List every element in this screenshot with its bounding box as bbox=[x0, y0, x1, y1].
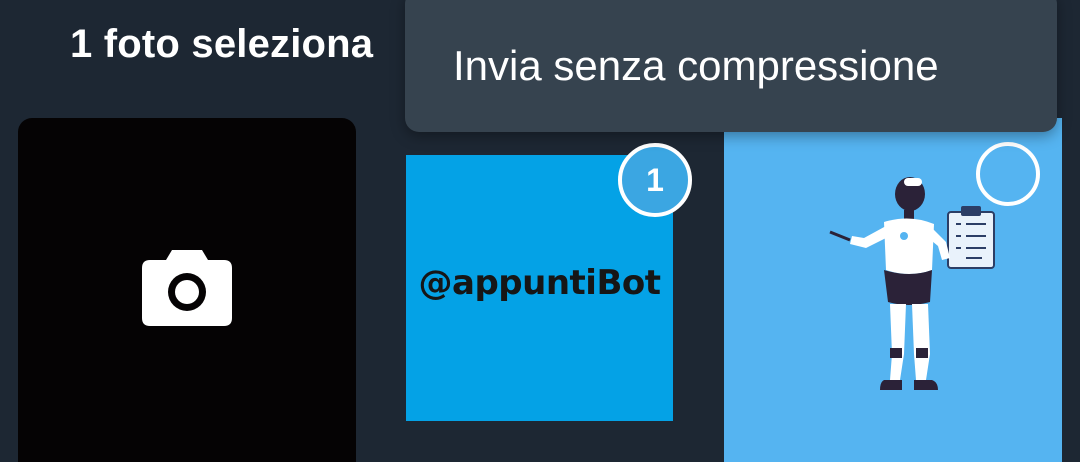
photo-caption-text: @appuntiBot bbox=[418, 263, 661, 303]
menu-item-send-uncompressed[interactable]: Invia senza compressione bbox=[453, 42, 939, 90]
selection-count-badge[interactable]: 1 bbox=[618, 143, 692, 217]
photo-tile-robot[interactable] bbox=[724, 118, 1062, 462]
page-title: 1 foto seleziona bbox=[70, 22, 374, 66]
select-checkbox-circle[interactable] bbox=[976, 142, 1040, 206]
context-menu: Invia senza compressione bbox=[405, 0, 1057, 132]
photo-picker-screen: 1 foto seleziona @appuntiBot 1 Invia sen… bbox=[0, 0, 1080, 462]
camera-tile[interactable] bbox=[18, 118, 356, 462]
camera-icon bbox=[142, 250, 232, 326]
